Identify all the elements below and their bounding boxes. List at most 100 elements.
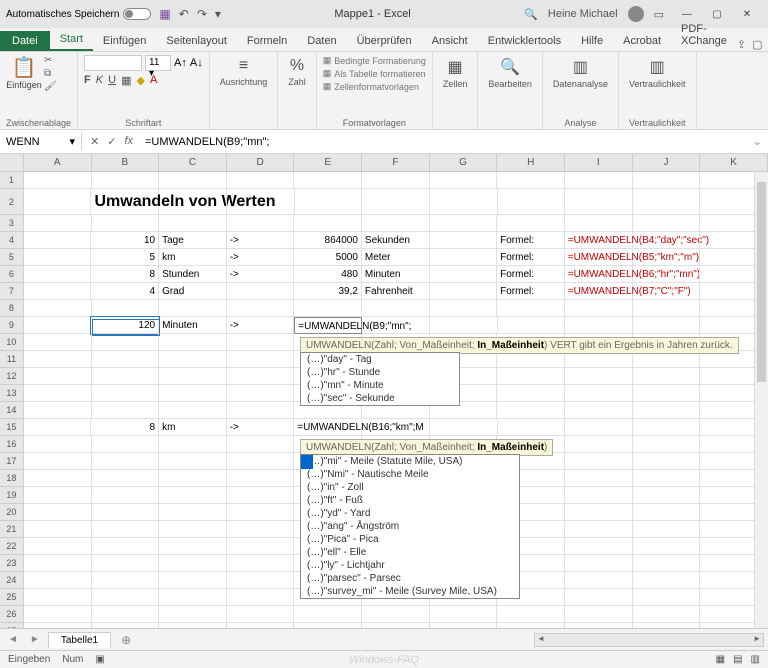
copy-icon[interactable]: ⧉ [44, 68, 57, 79]
row-head[interactable]: 4 [0, 232, 24, 249]
row-head[interactable]: 26 [0, 606, 24, 623]
col-head[interactable]: G [430, 154, 498, 171]
row-head[interactable]: 8 [0, 300, 24, 317]
cell[interactable] [633, 266, 701, 283]
bold-icon[interactable]: F [84, 74, 91, 87]
review-tab[interactable]: Überprüfen [347, 31, 422, 51]
cell[interactable] [24, 436, 92, 453]
data-tab[interactable]: Daten [297, 31, 346, 51]
acrobat-tab[interactable]: Acrobat [613, 31, 671, 51]
cell[interactable] [227, 215, 295, 232]
view-pagelayout-icon[interactable]: ▤ [733, 654, 742, 665]
cell[interactable]: -> [227, 266, 295, 283]
cell[interactable] [633, 249, 701, 266]
cell[interactable] [92, 368, 160, 385]
cell[interactable] [430, 215, 498, 232]
cell[interactable] [497, 606, 565, 623]
cell[interactable]: 39,2 [294, 283, 362, 300]
cell[interactable] [633, 300, 701, 317]
cell[interactable] [227, 334, 295, 351]
cell[interactable] [24, 334, 92, 351]
row-head[interactable]: 7 [0, 283, 24, 300]
number-button[interactable]: % Zahl [284, 55, 310, 89]
row-head[interactable]: 23 [0, 555, 24, 572]
cell[interactable] [565, 504, 633, 521]
font-color-icon[interactable]: A [150, 74, 157, 87]
autocomplete-option[interactable]: (…)"mn" - Minute [301, 379, 459, 392]
cell[interactable]: 5 [91, 249, 159, 266]
view-tab[interactable]: Ansicht [422, 31, 478, 51]
col-head[interactable]: H [497, 154, 565, 171]
formula-input[interactable]: =UMWANDELN(B9;"mn"; [141, 134, 747, 150]
cell[interactable] [24, 453, 92, 470]
cell[interactable]: 5000 [294, 249, 362, 266]
pdfx-tab[interactable]: PDF-XChange [671, 19, 737, 51]
cell[interactable] [565, 172, 633, 189]
col-head[interactable]: D [227, 154, 295, 171]
cell[interactable] [565, 215, 633, 232]
cell[interactable] [159, 334, 227, 351]
cell[interactable] [24, 283, 92, 300]
cell[interactable]: Formel: [497, 266, 565, 283]
cell[interactable]: Stunden [159, 266, 227, 283]
cell[interactable] [227, 470, 295, 487]
row-head[interactable]: 5 [0, 249, 24, 266]
autocomplete-option[interactable]: (…)"Nmi" - Nautische Meile [301, 468, 519, 481]
fill-color-icon[interactable]: ◆ [136, 74, 144, 87]
cell[interactable] [633, 504, 701, 521]
cell[interactable] [565, 606, 633, 623]
cell[interactable] [24, 189, 92, 215]
enter-formula-icon[interactable]: ✓ [107, 135, 116, 148]
cell[interactable] [92, 385, 160, 402]
formula-autocomplete[interactable]: (…)"mi" - Meile (Statute Mile, USA) (…)"… [300, 454, 520, 599]
cell[interactable] [24, 300, 92, 317]
cell[interactable] [497, 368, 565, 385]
row-head[interactable]: 16 [0, 436, 24, 453]
autocomplete-option[interactable]: (…)"parsec" - Parsec [301, 572, 519, 585]
cell[interactable]: 864000 [294, 232, 362, 249]
save-icon[interactable]: ▦ [159, 7, 170, 21]
cell[interactable] [159, 521, 227, 538]
pagelayout-tab[interactable]: Seitenlayout [156, 31, 237, 51]
cell[interactable] [92, 334, 160, 351]
cell[interactable] [295, 189, 363, 215]
autocomplete-option[interactable]: (…)"in" - Zoll [301, 481, 519, 494]
cell[interactable] [92, 504, 160, 521]
cell[interactable] [159, 300, 227, 317]
cell[interactable] [24, 232, 92, 249]
cell[interactable]: 10 [91, 232, 159, 249]
home-tab[interactable]: Start [50, 29, 93, 51]
cell[interactable] [633, 572, 701, 589]
format-painter-icon[interactable]: 🖌 [44, 81, 57, 92]
cell[interactable]: =UMWANDELN(B7;"C";"F") [565, 283, 633, 300]
cell[interactable] [92, 487, 160, 504]
cell[interactable]: km [159, 249, 227, 266]
cell[interactable] [633, 589, 701, 606]
view-normal-icon[interactable]: ▦ [716, 654, 725, 665]
cell[interactable] [633, 606, 701, 623]
cell[interactable] [92, 436, 160, 453]
cell[interactable] [227, 555, 295, 572]
cell[interactable] [430, 419, 498, 436]
font-name-input[interactable] [84, 55, 142, 71]
cell[interactable]: Meter [362, 249, 430, 266]
share-icon[interactable]: ⇪ [737, 38, 746, 51]
cell[interactable] [159, 453, 227, 470]
row-head[interactable]: 22 [0, 538, 24, 555]
cell[interactable]: 8 [91, 419, 159, 436]
cell[interactable] [362, 300, 430, 317]
alignment-button[interactable]: ≡ Ausrichtung [216, 55, 272, 89]
vertical-scrollbar[interactable] [754, 172, 768, 642]
cell[interactable] [633, 538, 701, 555]
cell[interactable] [430, 232, 498, 249]
cell[interactable] [159, 368, 227, 385]
cell[interactable] [92, 521, 160, 538]
cell[interactable] [24, 317, 92, 334]
cell[interactable] [159, 351, 227, 368]
cell[interactable] [24, 266, 92, 283]
name-box[interactable]: WENN ▾ [0, 133, 82, 150]
developer-tab[interactable]: Entwicklertools [478, 31, 571, 51]
cell[interactable] [92, 606, 160, 623]
cell[interactable] [24, 172, 92, 189]
cell[interactable] [92, 300, 160, 317]
